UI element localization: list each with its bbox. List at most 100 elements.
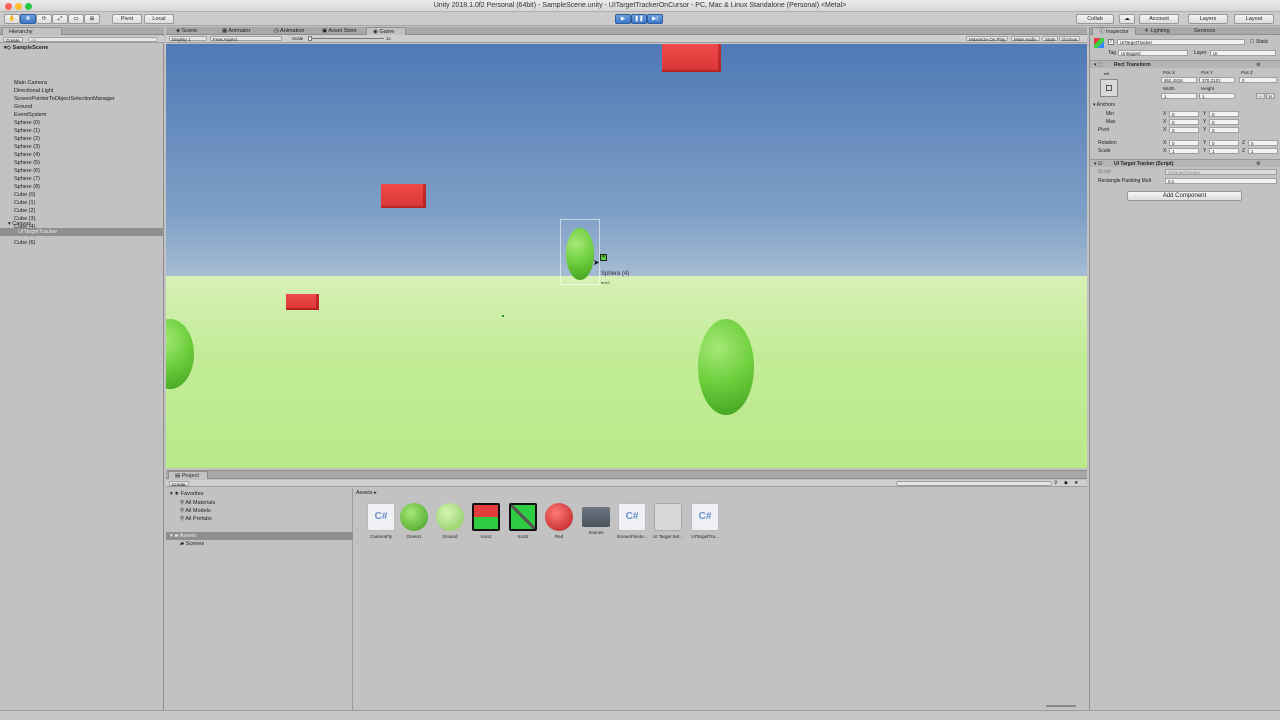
rect-tool-button[interactable]: ▭ xyxy=(68,14,84,24)
display-dropdown[interactable]: Display 1 xyxy=(169,36,207,42)
rotation-y-field[interactable]: 0 xyxy=(1209,140,1239,146)
tag-dropdown[interactable]: Untagged xyxy=(1118,50,1188,56)
scale-z-field[interactable]: 1 xyxy=(1248,148,1278,154)
min-y-field[interactable]: 0 xyxy=(1209,111,1239,117)
hierarchy-item[interactable]: Cube (1) xyxy=(14,199,35,207)
pivot-toggle-button[interactable]: Pivot xyxy=(112,14,142,24)
script-component-header[interactable]: ▾ ☑ UI Target Tracker (Script) ⚙ xyxy=(1090,159,1280,167)
hand-tool-button[interactable]: ✋ xyxy=(4,14,20,24)
hierarchy-item[interactable]: Sphere (2) xyxy=(14,135,40,143)
asset-item[interactable]: Ground xyxy=(434,503,466,539)
blueprint-mode-button[interactable]: ⋯ xyxy=(1256,93,1265,99)
hierarchy-item[interactable]: Directional Light xyxy=(14,87,53,95)
transform-tool-button[interactable]: ⊞ xyxy=(84,14,100,24)
pos-x-field[interactable]: 862.4816 xyxy=(1161,77,1197,83)
active-checkbox[interactable]: ✓ xyxy=(1108,39,1114,45)
favorites-item[interactable]: ⚲ All Models xyxy=(180,507,211,515)
asset-item[interactable]: Scenes xyxy=(580,503,612,535)
raw-edit-button[interactable]: R xyxy=(1266,93,1275,99)
thumbnail-size-slider[interactable] xyxy=(1046,705,1076,707)
tab-hierarchy[interactable]: Hierarchy xyxy=(2,27,62,35)
object-name-field[interactable]: UITargetTracker xyxy=(1117,39,1245,45)
hierarchy-item[interactable]: Sphere (8) xyxy=(14,183,40,191)
min-x-field[interactable]: 0 xyxy=(1169,111,1199,117)
game-view[interactable]: ✕ ➤ Sphere (4) text2 xyxy=(166,44,1087,468)
asset-item[interactable]: Green1 xyxy=(398,503,430,539)
minimize-window-icon[interactable] xyxy=(15,3,22,10)
hierarchy-item[interactable]: Ground xyxy=(14,103,32,111)
aspect-dropdown[interactable]: Free Aspect xyxy=(210,36,282,42)
hierarchy-item[interactable]: Sphere (0) xyxy=(14,119,40,127)
cloud-button[interactable]: ☁ xyxy=(1119,14,1135,24)
asset-item[interactable]: Icon1 xyxy=(470,503,502,539)
project-create-button[interactable]: Create xyxy=(169,481,189,487)
anchor-preset-button[interactable] xyxy=(1100,79,1118,97)
hierarchy-item[interactable]: Cube (6) xyxy=(14,239,35,247)
hierarchy-item[interactable]: Sphere (6) xyxy=(14,167,40,175)
hierarchy-item[interactable]: Cube (2) xyxy=(14,207,35,215)
rotation-x-field[interactable]: 0 xyxy=(1169,140,1199,146)
scale-x-field[interactable]: 1 xyxy=(1169,148,1199,154)
hierarchy-item[interactable]: Sphere (1) xyxy=(14,127,40,135)
filter-by-label-icon[interactable]: ◆ xyxy=(1064,480,1068,486)
hierarchy-item[interactable]: Sphere (5) xyxy=(14,159,40,167)
rotate-tool-button[interactable]: ⟳ xyxy=(36,14,52,24)
stats-toggle[interactable]: Stats xyxy=(1042,36,1059,42)
asset-item[interactable]: Icon2 xyxy=(507,503,539,539)
scale-slider-handle[interactable] xyxy=(308,36,312,41)
width-field[interactable]: 1 xyxy=(1161,93,1197,99)
project-search-input[interactable] xyxy=(896,481,1052,486)
move-tool-button[interactable]: ✥ xyxy=(20,14,36,24)
scene-root-row[interactable]: ▾◇ SampleScene xyxy=(0,44,164,52)
tab-scene[interactable]: ◈ Scene xyxy=(170,27,214,35)
assets-folder-row[interactable]: ▾ ▰ Assets xyxy=(166,532,353,540)
tab-project[interactable]: ▤ Project xyxy=(168,471,208,479)
pause-button[interactable]: ❚❚ xyxy=(631,14,647,24)
anchors-foldout[interactable]: ▾ Anchors xyxy=(1093,102,1115,108)
pos-y-field[interactable]: 376.2101 xyxy=(1199,77,1235,83)
favorites-row[interactable]: ▾ ★ Favorites xyxy=(170,491,203,499)
pos-z-field[interactable]: 0 xyxy=(1239,77,1277,83)
hierarchy-create-button[interactable]: Create xyxy=(3,37,23,43)
asset-item[interactable]: C# UITargetTra... xyxy=(689,503,721,539)
hierarchy-item[interactable]: EventSystem xyxy=(14,111,46,119)
hierarchy-search-input[interactable]: All xyxy=(28,37,158,43)
maximize-on-play-toggle[interactable]: Maximize On Play xyxy=(966,36,1009,42)
tab-asset-store[interactable]: ▣ Asset Store xyxy=(316,27,366,35)
play-button[interactable]: ▶ xyxy=(615,14,631,24)
hierarchy-item[interactable]: Cube (0) xyxy=(14,191,35,199)
add-component-button[interactable]: Add Component xyxy=(1127,191,1242,201)
rotation-z-field[interactable]: 0 xyxy=(1248,140,1278,146)
component-settings-icon[interactable]: ⚙ xyxy=(1256,62,1260,68)
layer-dropdown[interactable]: UI xyxy=(1210,50,1276,56)
script-settings-icon[interactable]: ⚙ xyxy=(1256,161,1260,167)
close-window-icon[interactable] xyxy=(5,3,12,10)
pivot-x-field[interactable]: 0 xyxy=(1169,127,1199,133)
account-dropdown[interactable]: Account xyxy=(1139,14,1179,24)
tab-game[interactable]: ◉ Game xyxy=(366,27,406,35)
tab-inspector[interactable]: ⓘ Inspector xyxy=(1092,27,1136,35)
filter-by-type-icon[interactable]: ⚲ xyxy=(1054,480,1058,486)
layers-dropdown[interactable]: Layers xyxy=(1188,14,1228,24)
favorites-item[interactable]: ⚲ All Materials xyxy=(180,499,215,507)
hierarchy-item[interactable]: Sphere (4) xyxy=(14,151,40,159)
layout-dropdown[interactable]: Layout xyxy=(1234,14,1274,24)
asset-item[interactable]: C# CameraFly xyxy=(365,503,397,539)
tab-animator[interactable]: ▦ Animator xyxy=(216,27,266,35)
asset-item[interactable]: UI Target Set... xyxy=(652,503,684,539)
scale-y-field[interactable]: 1 xyxy=(1209,148,1239,154)
hierarchy-item[interactable]: Sphere (7) xyxy=(14,175,40,183)
asset-item[interactable]: Red xyxy=(543,503,575,539)
hierarchy-item[interactable]: ScreenPointerToObjectSelectionManager xyxy=(14,95,115,103)
max-x-field[interactable]: 0 xyxy=(1169,119,1199,125)
hierarchy-item[interactable]: Sphere (3) xyxy=(14,143,40,151)
max-y-field[interactable]: 0 xyxy=(1209,119,1239,125)
zoom-window-icon[interactable] xyxy=(25,3,32,10)
scale-slider[interactable] xyxy=(308,38,384,39)
static-toggle[interactable]: ☐ Static xyxy=(1250,39,1268,45)
step-button[interactable]: ▶| xyxy=(647,14,663,24)
padding-field[interactable]: 0.1 xyxy=(1165,178,1277,184)
canvas-row[interactable]: ▾ Canvas xyxy=(8,220,31,228)
height-field[interactable]: 1 xyxy=(1199,93,1235,99)
tab-animation[interactable]: ◷ Animation xyxy=(268,27,318,35)
